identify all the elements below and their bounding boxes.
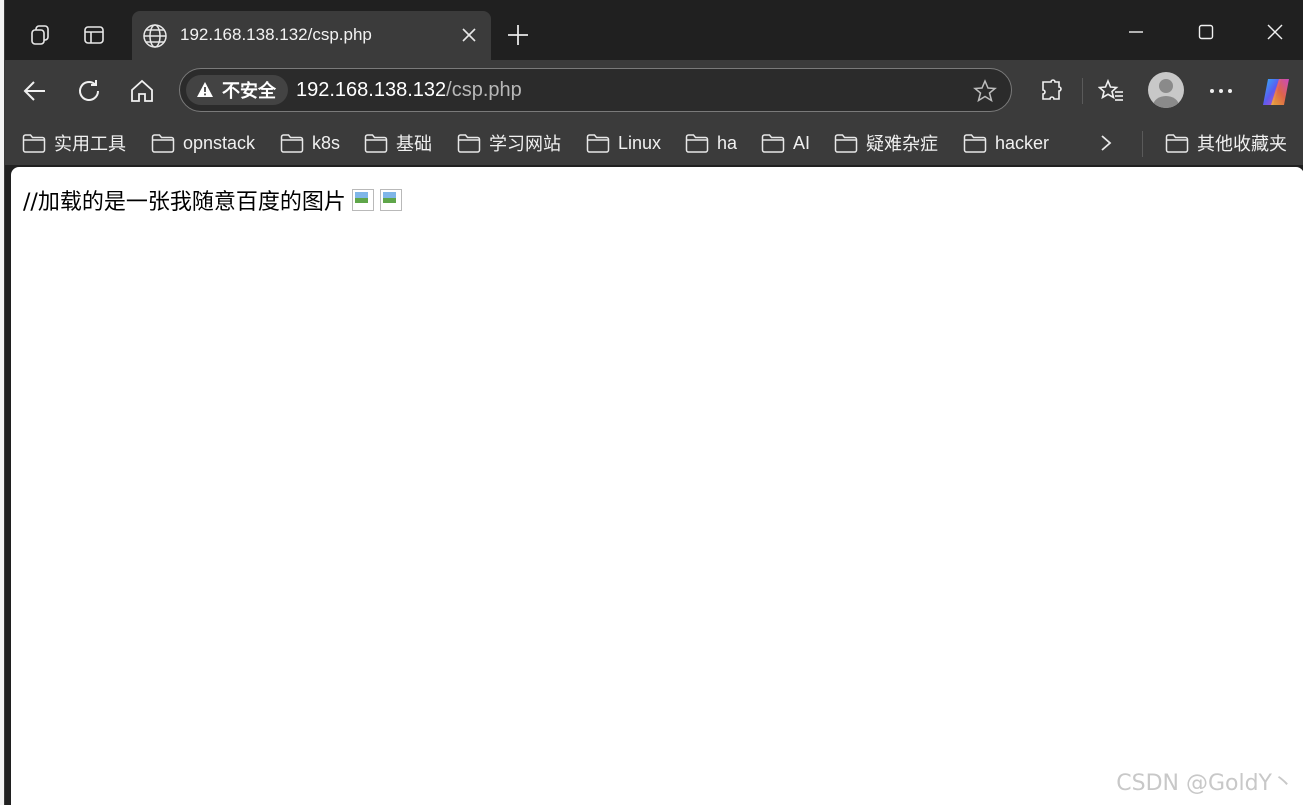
bookmark-label: ha — [717, 132, 738, 153]
bookmarks-bar: 实用工具 opnstack k8s 基础 学习网站 Linux ha AI 疑难… — [5, 123, 1303, 165]
title-bar: 192.168.138.132/csp.php — [5, 0, 1303, 60]
folder-icon — [1165, 134, 1189, 153]
folder-icon — [22, 134, 46, 153]
folder-icon — [364, 134, 388, 153]
active-tab[interactable]: 192.168.138.132/csp.php — [132, 11, 491, 60]
page-comment-text: //加载的是一张我随意百度的图片 — [23, 190, 346, 215]
bookmark-folder[interactable]: 实用工具 — [22, 129, 126, 157]
folder-icon — [151, 134, 175, 153]
browser-window: 192.168.138.132/csp.php 不安全 192.168.138.… — [4, 0, 1303, 805]
home-button[interactable] — [124, 73, 160, 109]
favorites-icon[interactable] — [1093, 73, 1129, 109]
bookmark-folder[interactable]: ha — [685, 129, 737, 157]
folder-icon — [457, 134, 481, 153]
profile-avatar[interactable] — [1148, 72, 1184, 108]
folder-icon — [963, 134, 987, 153]
bookmark-label: 学习网站 — [489, 134, 561, 154]
bookmark-label: k8s — [312, 132, 341, 153]
bookmark-label: 疑难杂症 — [866, 134, 938, 154]
close-tab-icon[interactable] — [455, 21, 483, 49]
globe-icon — [143, 24, 167, 48]
bookmark-label: 基础 — [396, 134, 432, 154]
bookmark-folder[interactable]: hacker — [963, 129, 1049, 157]
address-bar[interactable]: 不安全 192.168.138.132/csp.php — [179, 68, 1012, 112]
broken-image-icon — [351, 189, 374, 211]
new-tab-button[interactable] — [502, 19, 534, 51]
bookmark-label: 其他收藏夹 — [1197, 134, 1287, 154]
navigation-toolbar: 不安全 192.168.138.132/csp.php — [5, 60, 1303, 123]
folder-icon — [586, 134, 610, 153]
folder-icon — [685, 134, 709, 153]
favorite-star-icon[interactable] — [971, 77, 999, 105]
more-menu-icon[interactable] — [1203, 73, 1239, 109]
bookmark-folder[interactable]: 疑难杂症 — [834, 129, 938, 157]
bookmark-folder[interactable]: 学习网站 — [457, 129, 561, 157]
watermark: CSDN @GoldY丶 — [1116, 771, 1294, 796]
bookmark-folder[interactable]: k8s — [280, 129, 340, 157]
url-host: 192.168.138.132 — [296, 79, 447, 101]
refresh-button[interactable] — [71, 73, 107, 109]
tab-title: 192.168.138.132/csp.php — [180, 25, 372, 44]
bookmarks-divider — [1142, 131, 1143, 157]
security-indicator[interactable]: 不安全 — [186, 75, 288, 105]
vertical-tabs-icon[interactable] — [77, 18, 111, 52]
bookmark-folder[interactable]: opnstack — [151, 129, 255, 157]
close-window-button[interactable] — [1252, 12, 1298, 52]
maximize-button[interactable] — [1183, 12, 1229, 52]
copilot-icon[interactable] — [1259, 75, 1293, 109]
more-bookmarks-chevron-icon[interactable] — [1099, 129, 1113, 157]
bookmark-label: AI — [793, 132, 811, 153]
bookmark-label: Linux — [618, 132, 662, 153]
toolbar-divider — [1082, 78, 1083, 104]
folder-icon — [834, 134, 858, 153]
url-path: /csp.php — [446, 79, 522, 101]
folder-icon — [761, 134, 785, 153]
broken-image-icon — [379, 189, 402, 211]
url-text[interactable]: 192.168.138.132/csp.php — [296, 79, 522, 102]
folder-icon — [280, 134, 304, 153]
warning-icon — [197, 82, 213, 97]
back-button[interactable] — [17, 73, 53, 109]
page-content: //加载的是一张我随意百度的图片 CSDN @GoldY丶 — [11, 167, 1303, 805]
security-label: 不安全 — [222, 81, 276, 101]
bookmark-folder[interactable]: 基础 — [364, 129, 432, 157]
minimize-button[interactable] — [1113, 12, 1159, 52]
workspaces-icon[interactable] — [23, 18, 57, 52]
other-favorites-folder[interactable]: 其他收藏夹 — [1165, 129, 1287, 157]
bookmark-label: hacker — [995, 132, 1050, 153]
bookmark-label: 实用工具 — [54, 134, 126, 154]
bookmark-label: opnstack — [183, 132, 256, 153]
page-body: //加载的是一张我随意百度的图片 — [23, 184, 402, 216]
bookmark-folder[interactable]: AI — [761, 129, 810, 157]
extensions-icon[interactable] — [1033, 73, 1069, 109]
bookmark-folder[interactable]: Linux — [586, 129, 661, 157]
